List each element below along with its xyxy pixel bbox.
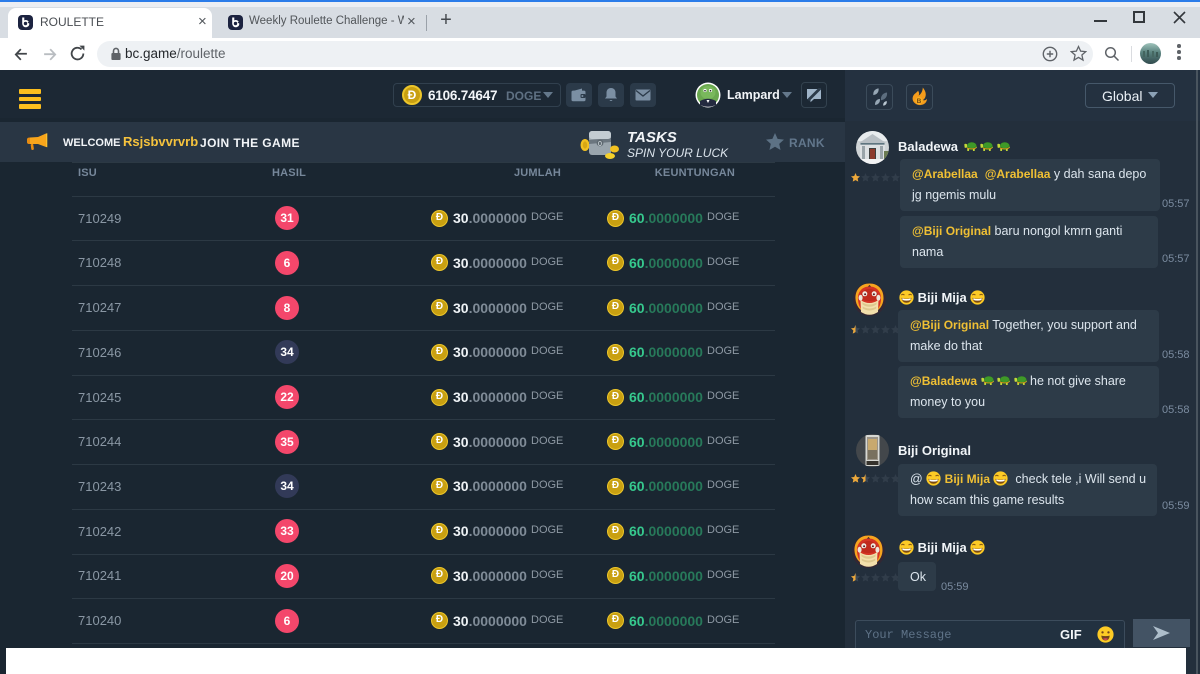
svg-text:0: 0 xyxy=(598,141,602,148)
svg-text:B: B xyxy=(917,98,922,105)
